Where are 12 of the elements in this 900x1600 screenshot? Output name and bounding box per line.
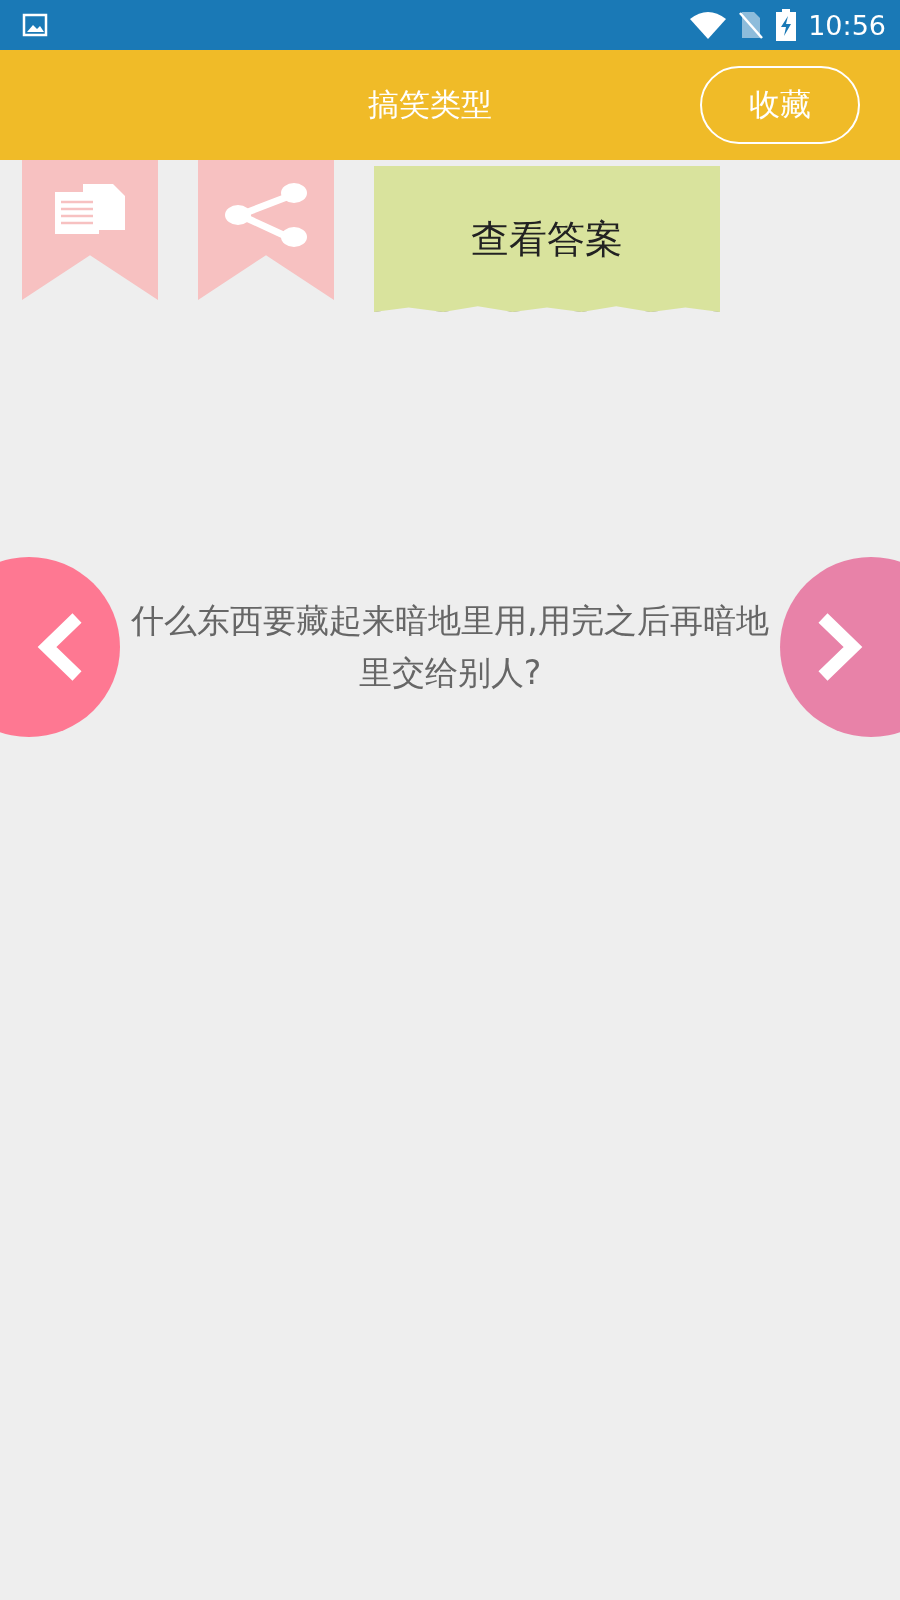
- share-icon: [224, 182, 308, 248]
- show-answer-button[interactable]: 查看答案: [374, 166, 720, 312]
- no-sim-icon: [738, 10, 765, 40]
- riddle-question: 什么东西要藏起来暗地里用,用完之后再暗地里交给别人?: [130, 600, 770, 694]
- image-icon: [22, 13, 48, 37]
- share-button[interactable]: [198, 160, 334, 300]
- clock-time: 10:56: [808, 9, 886, 41]
- screen-title: 搞笑类型: [367, 85, 493, 124]
- wifi-icon: [690, 11, 727, 39]
- copy-button[interactable]: [22, 160, 158, 300]
- battery-charging-icon: [776, 9, 797, 41]
- documents-icon: [53, 182, 127, 236]
